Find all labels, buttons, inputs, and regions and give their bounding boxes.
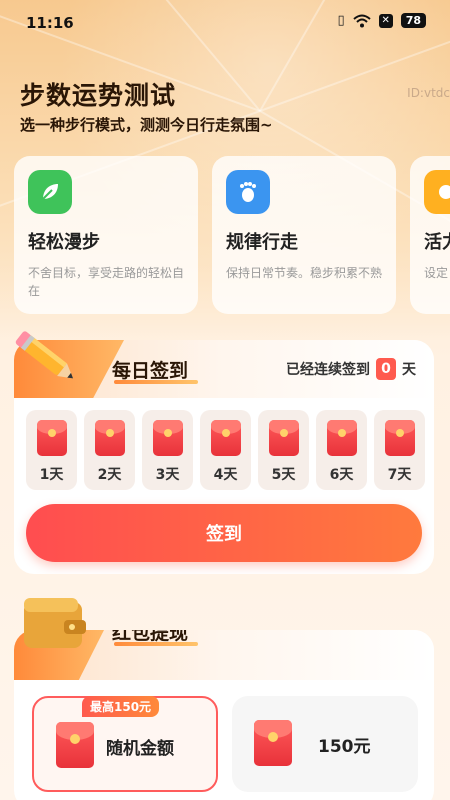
amount-option-150[interactable]: 150元: [232, 696, 418, 792]
battery-indicator: 78: [400, 13, 426, 28]
checkin-day: 1天: [26, 410, 77, 490]
day-label: 1天: [39, 467, 64, 483]
checkin-day: 6天: [316, 410, 367, 490]
amount-option-label: 随机金额: [106, 739, 174, 759]
max-amount-badge: 最高150元: [82, 696, 160, 717]
no-sim-icon: ✕: [378, 13, 393, 28]
day-label: 2天: [97, 467, 122, 483]
leaf-icon: [28, 170, 72, 214]
wallet-icon: [24, 598, 86, 648]
checkin-day: 4天: [200, 410, 251, 490]
page-title: 步数运势测试: [20, 81, 177, 110]
red-envelope-icon: [152, 420, 183, 456]
mode-name: 活力: [424, 232, 450, 253]
status-time: 11:16: [26, 14, 74, 32]
checkin-day: 5天: [258, 410, 309, 490]
footprints-icon: [226, 170, 270, 214]
mode-desc: 不舍目标，享受走路的轻松自在: [28, 266, 185, 298]
checkin-title: 每日签到: [112, 360, 189, 382]
checkin-day: 7天: [374, 410, 425, 490]
day-label: 4天: [213, 467, 238, 483]
red-envelope-icon: [326, 420, 357, 456]
checkin-days: 1天 2天 3天 4天 5天 6天 7天: [26, 410, 425, 490]
pencil-icon: [15, 331, 74, 379]
checkin-button[interactable]: 签到: [26, 504, 422, 562]
red-envelope-icon: [56, 722, 94, 768]
mode-name: 轻松漫步: [28, 232, 100, 253]
mode-card-relaxed[interactable]: 轻松漫步 不舍目标，享受走路的轻松自在: [14, 156, 198, 314]
id-tag: ID:vtdc: [407, 86, 450, 100]
walking-mode-list: 轻松漫步 不舍目标，享受走路的轻松自在 规律行走 保持日常节奏。稳步积累不熟 活…: [14, 156, 450, 316]
mode-card-regular[interactable]: 规律行走 保持日常节奏。稳步积累不熟: [212, 156, 396, 314]
red-envelope-icon: [36, 420, 67, 456]
day-label: 3天: [155, 467, 180, 483]
red-envelope-icon: [254, 720, 292, 766]
wifi-icon: [353, 14, 371, 27]
mode-card-energetic[interactable]: 活力 设定日常: [410, 156, 450, 314]
amount-option-label: 150元: [318, 737, 371, 757]
energy-icon: [424, 170, 450, 214]
title-underline: [114, 380, 198, 384]
mode-desc: 保持日常节奏。稳步积累不熟: [226, 266, 383, 280]
title-underline: [114, 642, 198, 646]
day-label: 6天: [329, 467, 354, 483]
page-subtitle: 选一种步行模式，测测今日行走氛围~: [20, 116, 273, 134]
checkin-day: 2天: [84, 410, 135, 490]
status-bar: 11:16 ▯ ✕ 78: [0, 0, 450, 48]
red-envelope-icon: [268, 420, 299, 456]
mode-name: 规律行走: [226, 232, 298, 253]
streak-prefix: 已经连续签到: [286, 362, 370, 378]
red-envelope-icon: [94, 420, 125, 456]
mode-desc: 设定日常: [424, 266, 450, 280]
red-envelope-icon: [210, 420, 241, 456]
vibrate-icon: ▯: [337, 13, 345, 28]
checkin-streak: 已经连续签到 0 天: [286, 358, 416, 380]
day-label: 7天: [387, 467, 412, 483]
streak-count: 0: [376, 358, 396, 380]
checkin-day: 3天: [142, 410, 193, 490]
day-label: 5天: [271, 467, 296, 483]
streak-suffix: 天: [402, 362, 416, 378]
red-envelope-icon: [384, 420, 415, 456]
amount-option-random[interactable]: 最高150元 随机金额: [32, 696, 218, 792]
